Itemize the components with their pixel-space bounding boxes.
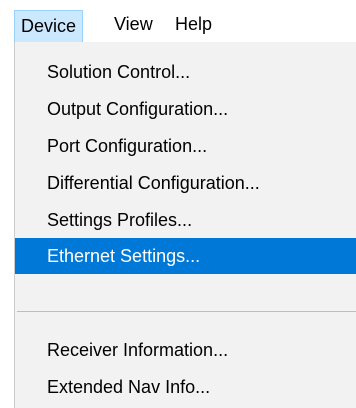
menubar-help[interactable]: Help [167, 10, 220, 38]
menu-item-solution-control[interactable]: Solution Control... [15, 54, 356, 90]
menu-item-ethernet-settings[interactable]: Ethernet Settings... [15, 238, 356, 274]
menubar: Device View Help [0, 0, 356, 42]
menu-item-receiver-information[interactable]: Receiver Information... [15, 332, 356, 368]
menu-screen: Device View Help Solution Control... Out… [0, 0, 356, 408]
menu-item-output-configuration[interactable]: Output Configuration... [15, 91, 356, 127]
menubar-view[interactable]: View [106, 10, 161, 38]
menubar-device[interactable]: Device [14, 10, 84, 42]
menu-item-settings-profiles[interactable]: Settings Profiles... [15, 202, 356, 238]
menu-separator [17, 311, 356, 312]
menu-item-extended-nav-info[interactable]: Extended Nav Info... [15, 369, 356, 405]
menu-item-port-configuration[interactable]: Port Configuration... [15, 128, 356, 164]
menu-item-differential-configuration[interactable]: Differential Configuration... [15, 165, 356, 201]
device-dropdown-menu: Solution Control... Output Configuration… [14, 42, 356, 408]
